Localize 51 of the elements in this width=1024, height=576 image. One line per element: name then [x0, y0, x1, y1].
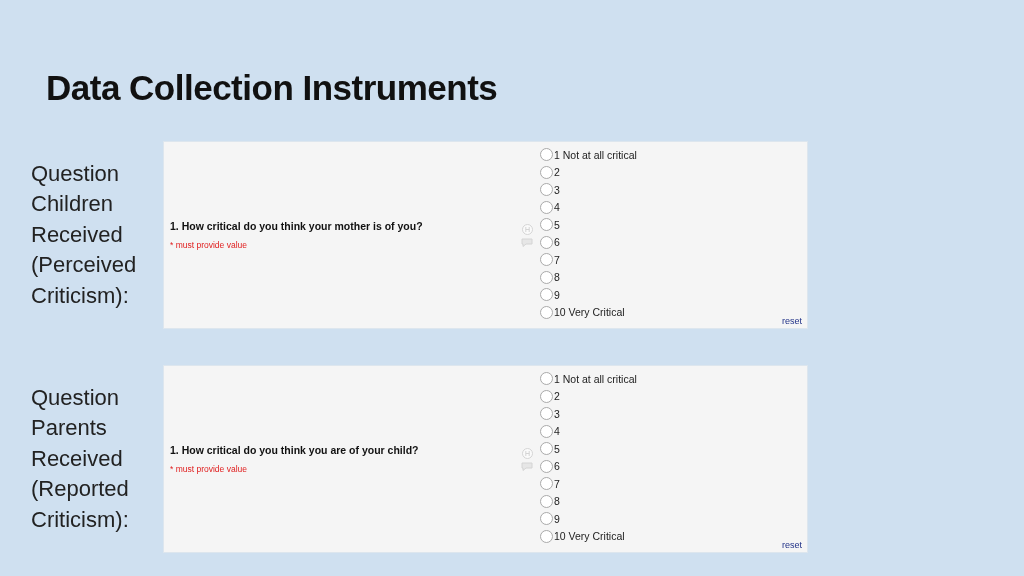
- slide-title: Data Collection Instruments: [46, 67, 499, 109]
- radio-option[interactable]: 3: [540, 405, 807, 423]
- radio-option[interactable]: 4: [540, 422, 807, 440]
- reset-link[interactable]: reset: [782, 316, 802, 326]
- radio-option[interactable]: 8: [540, 492, 807, 510]
- radio-option[interactable]: 5: [540, 216, 807, 234]
- help-icon[interactable]: [521, 223, 533, 235]
- radio-option[interactable]: 2: [540, 387, 807, 405]
- radio-button[interactable]: [540, 459, 553, 473]
- radio-option[interactable]: 9: [540, 286, 807, 304]
- radio-option[interactable]: 3: [540, 181, 807, 199]
- radio-option[interactable]: 1 Not at all critical: [540, 146, 807, 164]
- radio-button[interactable]: [540, 372, 553, 386]
- radio-button[interactable]: [540, 200, 553, 214]
- radio-button[interactable]: [540, 494, 553, 508]
- question-text: 1. How critical do you think you are of your child?: [170, 444, 420, 456]
- radio-button[interactable]: [540, 288, 553, 302]
- radio-button[interactable]: [540, 165, 553, 179]
- radio-button[interactable]: [540, 270, 553, 284]
- radio-button[interactable]: [540, 442, 553, 456]
- required-note: * must provide value: [170, 464, 248, 474]
- radio-button[interactable]: [540, 477, 553, 491]
- reset-link[interactable]: reset: [782, 540, 802, 550]
- comment-icon[interactable]: [521, 237, 533, 247]
- radio-button[interactable]: [540, 253, 553, 267]
- radio-button[interactable]: [540, 424, 553, 438]
- radio-option[interactable]: 2: [540, 163, 807, 181]
- radio-button[interactable]: [540, 218, 553, 232]
- radio-button[interactable]: [540, 512, 553, 526]
- question-label: Question Children Received (Perceived Criticism):: [31, 159, 138, 310]
- radio-option[interactable]: 6: [540, 457, 807, 475]
- radio-option[interactable]: 1 Not at all critical: [540, 370, 807, 388]
- radio-option[interactable]: 4: [540, 198, 807, 216]
- radio-option[interactable]: 5: [540, 440, 807, 458]
- radio-option[interactable]: 8: [540, 268, 807, 286]
- required-note: * must provide value: [170, 240, 248, 250]
- radio-button[interactable]: [540, 407, 553, 421]
- question-label: Question Parents Received (Reported Criticism):: [31, 383, 130, 534]
- radio-option[interactable]: 7: [540, 251, 807, 269]
- radio-button[interactable]: [540, 305, 553, 319]
- comment-icon[interactable]: [521, 461, 533, 471]
- radio-button[interactable]: [540, 389, 553, 403]
- radio-button[interactable]: [540, 183, 553, 197]
- radio-option[interactable]: 6: [540, 233, 807, 251]
- radio-button[interactable]: [540, 148, 553, 162]
- help-icon[interactable]: [521, 447, 533, 459]
- radio-option[interactable]: 9: [540, 510, 807, 528]
- radio-button[interactable]: [540, 529, 553, 543]
- radio-button[interactable]: [540, 235, 553, 249]
- question-text: 1. How critical do you think your mother is of you?: [170, 220, 424, 232]
- radio-option[interactable]: 7: [540, 475, 807, 493]
